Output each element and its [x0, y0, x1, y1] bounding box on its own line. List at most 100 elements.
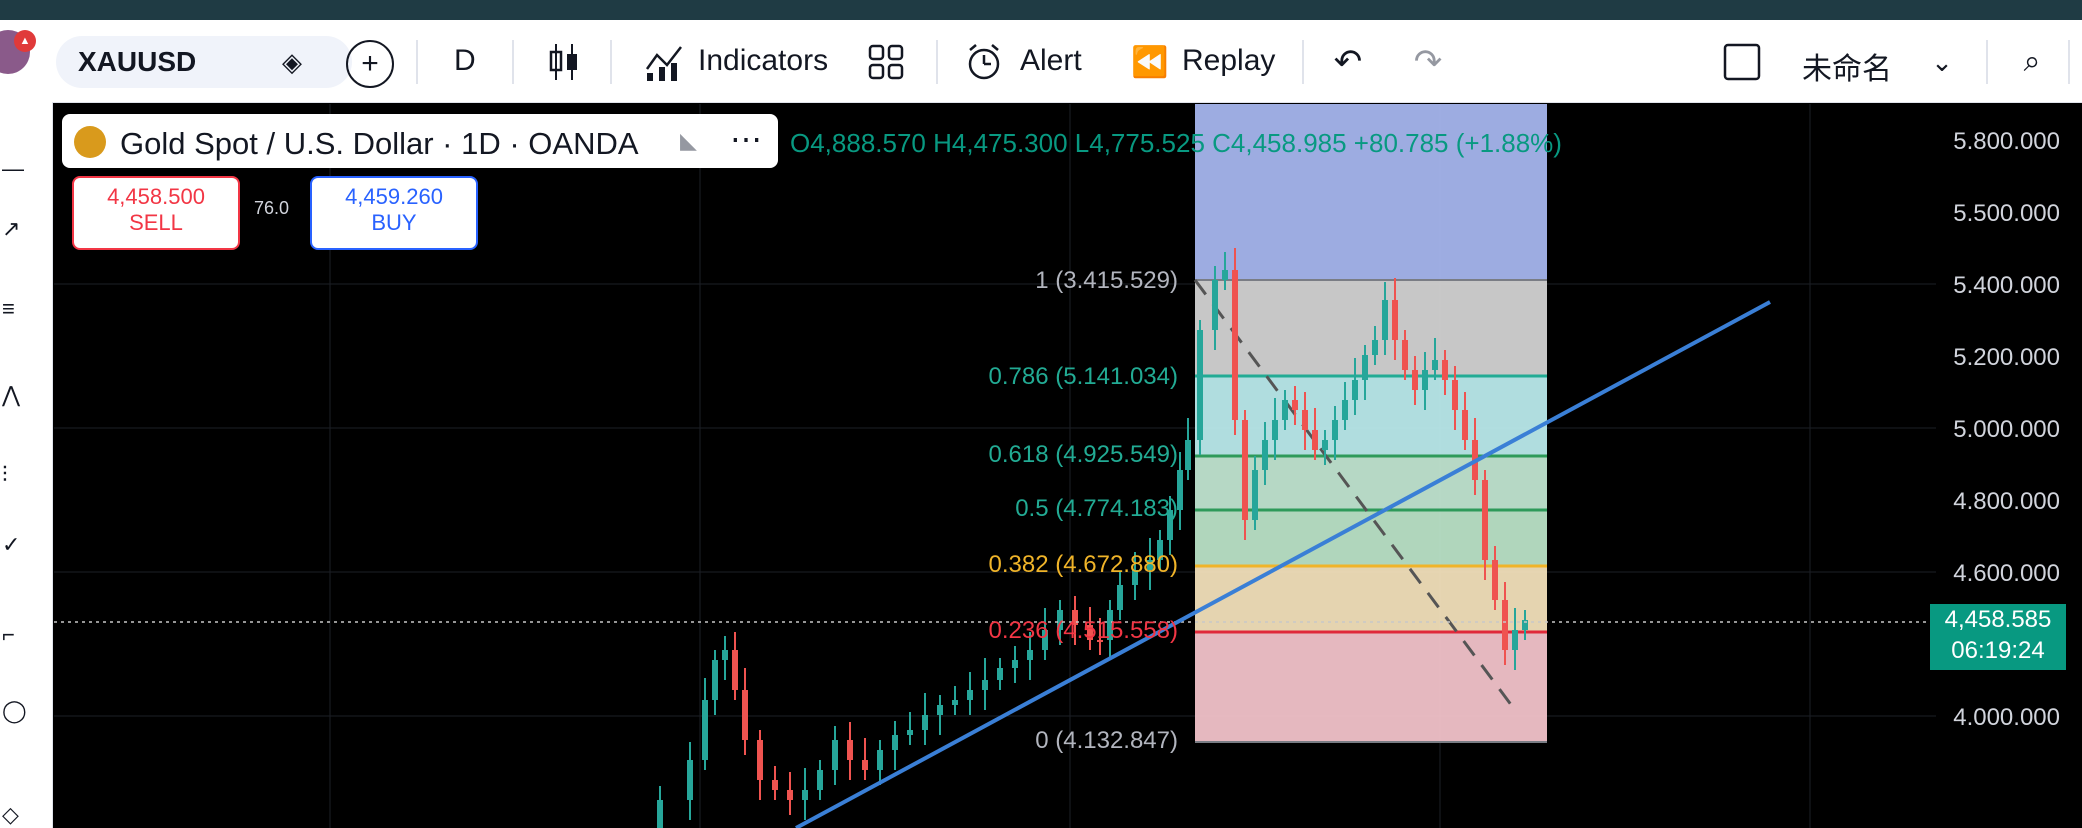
replay-rewind-icon[interactable]: ⏪ — [1128, 40, 1172, 84]
candle-body — [1362, 355, 1368, 380]
candle-body — [1292, 400, 1298, 410]
buy-price: 4,459.260 — [345, 184, 443, 209]
layout-square-icon[interactable] — [1722, 42, 1762, 82]
candle-body — [1382, 300, 1388, 340]
legend-flag-icon[interactable]: ◣ — [680, 128, 697, 154]
price-axis-label: 5.000.000 — [1953, 416, 2060, 443]
candle-body — [1422, 370, 1428, 390]
candle-body — [712, 660, 718, 700]
candle-body — [982, 680, 988, 690]
brush-tool-icon[interactable]: ✓ — [2, 532, 24, 557]
price-axis-label: 5.500.000 — [1953, 200, 2060, 227]
crosshair-tool-icon[interactable]: — — [2, 156, 24, 181]
fib-level-label: 0.236 (4.515.558) — [988, 617, 1178, 644]
indicators-icon[interactable] — [640, 40, 688, 84]
candle-body — [1232, 270, 1238, 420]
candle-body — [937, 705, 943, 715]
candle-body — [1185, 440, 1191, 470]
candle-body — [1282, 400, 1288, 420]
candle-body — [1302, 410, 1308, 430]
redo-icon[interactable]: ↷ — [1406, 40, 1450, 84]
candle-body — [1197, 330, 1203, 440]
text-tool-icon[interactable]: ⌐ — [2, 622, 24, 647]
candle-body — [862, 760, 868, 770]
fib-level-label: 0.5 (4.774.183) — [1015, 495, 1178, 522]
toolbar-divider — [512, 40, 514, 84]
candle-body — [772, 780, 778, 790]
candle-body — [687, 760, 693, 800]
candle-body — [1462, 410, 1468, 440]
fib-level-label: 0 (4.132.847) — [1035, 727, 1178, 754]
alert-clock-icon[interactable] — [962, 40, 1006, 84]
candle-body — [1392, 300, 1398, 340]
candle-body — [1272, 420, 1278, 440]
candle-body — [892, 735, 898, 750]
candle-body — [1452, 380, 1458, 410]
candle-body — [802, 790, 808, 800]
candle-body — [787, 790, 793, 800]
sell-price: 4,458.500 — [107, 184, 205, 209]
candle-body — [1262, 440, 1268, 470]
price-axis-label: 5.400.000 — [1953, 272, 2060, 299]
watchlist-diamond-icon[interactable]: ◈ — [274, 44, 310, 80]
fib-level-label: 1 (3.415.529) — [1035, 267, 1178, 294]
sell-button[interactable]: 4,458.500 SELL — [72, 176, 240, 250]
price-axis-label: 4.800.000 — [1953, 488, 2060, 515]
candle-body — [1442, 360, 1448, 380]
prediction-tool-icon[interactable]: ⫶ — [2, 462, 24, 487]
layout-name[interactable]: 未命名 — [1802, 44, 1892, 88]
candle-body — [1352, 380, 1358, 400]
ohlc-values: O4,888.570 H4,475.300 L4,775.525 C4,458.… — [790, 128, 1562, 158]
buy-button[interactable]: 4,459.260 BUY — [310, 176, 478, 250]
gold-logo-icon — [74, 126, 106, 158]
candle-body — [657, 800, 663, 828]
fib-tool-icon[interactable]: ≡ — [2, 296, 24, 321]
candle-body — [1412, 370, 1418, 390]
candle-body — [877, 750, 883, 770]
toolbar-divider — [416, 40, 418, 84]
trendline-tool-icon[interactable]: ↗ — [2, 216, 24, 241]
candle-body — [732, 650, 738, 690]
candle-body — [1252, 470, 1258, 520]
symbol-search[interactable]: XAUUSD ◈ — [56, 36, 352, 88]
candle-body — [1342, 400, 1348, 420]
compare-symbol-icon[interactable]: + — [346, 40, 394, 88]
bar-countdown: 06:19:24 — [1951, 637, 2045, 664]
indicators-button[interactable]: Indicators — [698, 44, 828, 78]
toolbar-divider — [2068, 40, 2070, 84]
replay-button[interactable]: Replay — [1182, 44, 1275, 78]
interval-button[interactable]: D — [454, 44, 476, 78]
candle-body — [757, 740, 763, 780]
measure-tool-icon[interactable]: ◯ — [2, 698, 27, 723]
spread-value: 76.0 — [254, 198, 290, 218]
price-axis[interactable]: 5.800.000 5.500.000 5.400.000 5.200.000 … — [1936, 104, 2082, 828]
candle-body — [832, 740, 838, 770]
candle-body — [907, 730, 913, 735]
price-axis-label: 4.000.000 — [1953, 704, 2060, 731]
candle-body — [817, 770, 823, 790]
symbol-name: XAUUSD — [78, 46, 197, 77]
candle-body — [922, 715, 928, 730]
chevron-down-icon[interactable]: ⌄ — [1924, 44, 1960, 80]
window-top-strip — [0, 0, 2082, 20]
candles-chart-type-icon[interactable] — [542, 40, 586, 84]
candle-body — [1322, 440, 1328, 450]
symbol-legend[interactable]: Gold Spot / U.S. Dollar · 1D · OANDA ◣ ⋯ — [62, 114, 778, 168]
price-axis-label: 4.600.000 — [1953, 560, 2060, 587]
candle-body — [1012, 660, 1018, 668]
candle-body — [1512, 630, 1518, 650]
pattern-tool-icon[interactable]: ⋀ — [2, 382, 24, 407]
more-options-icon[interactable]: ⋯ — [730, 120, 762, 158]
templates-grid-icon[interactable] — [864, 40, 908, 84]
candle-body — [1222, 270, 1228, 280]
zoom-tool-icon[interactable]: ◇ — [2, 802, 24, 827]
fib-level-label: 0.618 (4.925.549) — [988, 441, 1178, 468]
candle-body — [722, 650, 728, 660]
candle-body — [1212, 280, 1218, 330]
candle-body — [847, 740, 853, 760]
alert-button[interactable]: Alert — [1020, 44, 1082, 78]
candle-body — [1432, 360, 1438, 370]
quick-search-icon[interactable]: ⌕ — [2010, 40, 2054, 84]
price-axis-label: 5.200.000 — [1953, 344, 2060, 371]
undo-icon[interactable]: ↶ — [1326, 40, 1370, 84]
